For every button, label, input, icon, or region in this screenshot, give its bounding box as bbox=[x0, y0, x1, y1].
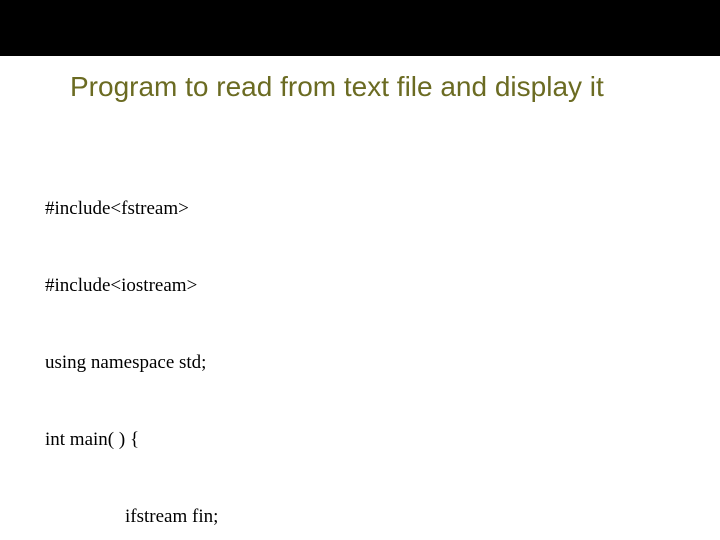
slide: Program to read from text file and displ… bbox=[0, 0, 720, 540]
code-line: ifstream fin; bbox=[45, 504, 295, 530]
code-block: #include<fstream> #include<iostream> usi… bbox=[45, 145, 295, 540]
code-line: int main( ) { bbox=[45, 427, 295, 453]
slide-title: Program to read from text file and displ… bbox=[70, 70, 680, 104]
code-line: using namespace std; bbox=[45, 350, 295, 376]
code-line: #include<iostream> bbox=[45, 273, 295, 299]
code-line: #include<fstream> bbox=[45, 196, 295, 222]
top-black-bar bbox=[0, 0, 720, 56]
